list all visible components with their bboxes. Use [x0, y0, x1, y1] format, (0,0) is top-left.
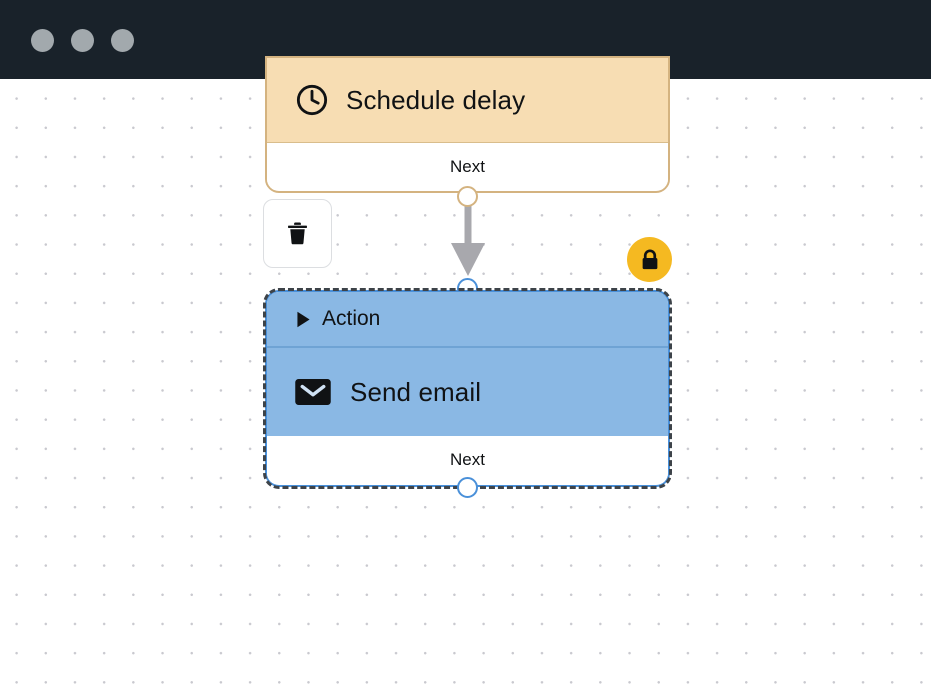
- clock-icon: [294, 82, 330, 118]
- close-button[interactable]: [31, 29, 54, 52]
- triangle-right-icon[interactable]: [296, 311, 311, 328]
- delete-button[interactable]: [263, 199, 332, 268]
- envelope-icon: [294, 377, 332, 407]
- node-schedule-delay-header: Schedule delay: [267, 58, 668, 143]
- node-action-header-label: Action: [322, 307, 381, 330]
- node-action-send-email-label: Send email: [350, 376, 482, 407]
- trash-icon: [284, 220, 311, 247]
- port-schedule-delay-output[interactable]: [457, 186, 478, 207]
- port-action-output[interactable]: [457, 477, 478, 498]
- node-schedule-delay[interactable]: Schedule delay Next: [265, 56, 670, 193]
- lock-icon: [637, 247, 663, 273]
- lock-badge[interactable]: [627, 237, 672, 282]
- maximize-button[interactable]: [111, 29, 134, 52]
- workflow-editor-window: Schedule delay Next Action Send email Ne…: [0, 0, 931, 700]
- node-action-next[interactable]: Next: [267, 436, 668, 483]
- node-action[interactable]: Action Send email Next: [265, 290, 670, 487]
- node-action-send-email-row[interactable]: Send email: [267, 348, 668, 436]
- node-schedule-delay-next[interactable]: Next: [267, 143, 668, 190]
- node-action-header[interactable]: Action: [267, 292, 668, 348]
- node-schedule-delay-title: Schedule delay: [346, 84, 526, 115]
- minimize-button[interactable]: [71, 29, 94, 52]
